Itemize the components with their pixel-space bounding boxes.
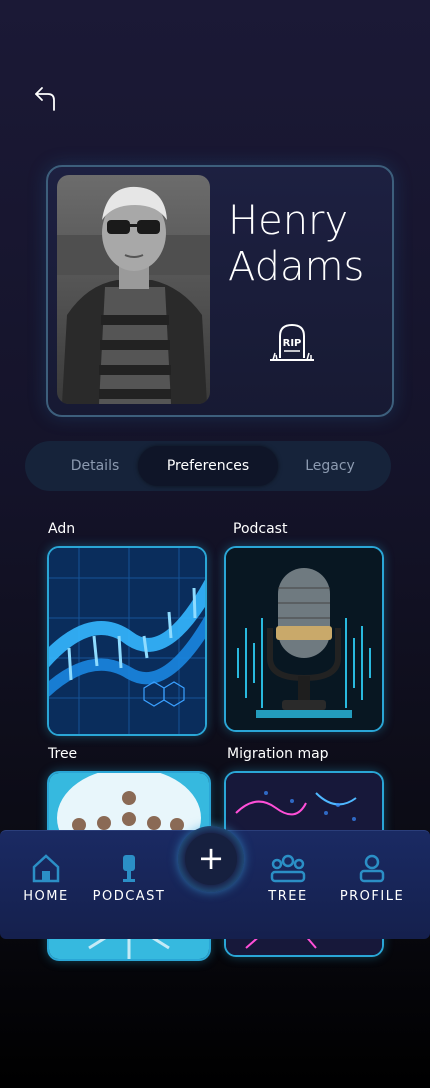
first-name: Henry bbox=[228, 198, 349, 244]
nav-tree[interactable]: TREE bbox=[262, 853, 314, 904]
tab-bar: Details Preferences Legacy bbox=[25, 441, 391, 491]
group-icon bbox=[270, 854, 306, 883]
tombstone-icon: RIP bbox=[267, 322, 317, 366]
plus-icon: + bbox=[185, 833, 237, 885]
tile-label-tree: Tree bbox=[48, 746, 78, 762]
tile-adn[interactable] bbox=[47, 546, 207, 736]
tile-label-migration-map: Migration map bbox=[227, 746, 329, 762]
microphone-icon bbox=[226, 548, 382, 730]
tile-podcast[interactable] bbox=[224, 546, 384, 732]
profile-photo bbox=[57, 175, 210, 404]
profile-name: Henry Adams bbox=[228, 198, 388, 290]
tile-label-adn: Adn bbox=[48, 521, 76, 537]
tab-details[interactable]: Details bbox=[45, 441, 145, 491]
home-icon bbox=[32, 854, 60, 883]
user-icon bbox=[359, 854, 385, 883]
tab-legacy[interactable]: Legacy bbox=[280, 441, 380, 491]
back-arrow-icon bbox=[35, 87, 55, 111]
last-name: Adams bbox=[228, 244, 365, 290]
tile-label-podcast: Podcast bbox=[233, 521, 288, 537]
nav-profile-label: PROFILE bbox=[339, 889, 405, 904]
rip-text: RIP bbox=[283, 338, 302, 349]
tab-preferences[interactable]: Preferences bbox=[138, 446, 278, 486]
nav-tree-label: TREE bbox=[268, 889, 308, 904]
nav-podcast[interactable]: PODCAST bbox=[86, 853, 172, 904]
nav-home-label: HOME bbox=[23, 889, 69, 904]
dna-icon bbox=[49, 548, 205, 734]
nav-profile[interactable]: PROFILE bbox=[334, 853, 410, 904]
add-button[interactable]: + bbox=[178, 826, 244, 892]
back-button[interactable] bbox=[32, 84, 60, 112]
nav-podcast-label: PODCAST bbox=[92, 889, 166, 904]
nav-home[interactable]: HOME bbox=[20, 853, 72, 904]
podcast-icon bbox=[123, 855, 135, 882]
